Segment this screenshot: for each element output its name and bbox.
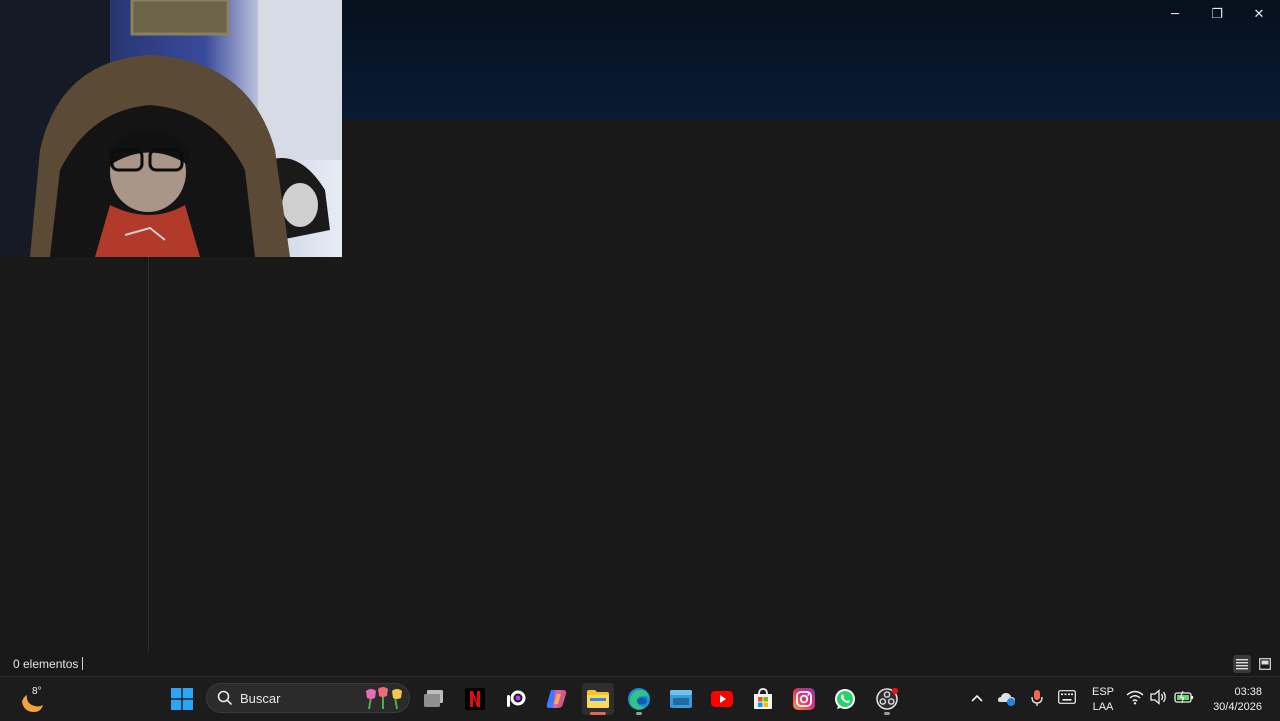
tulips-icon bbox=[366, 687, 402, 710]
running-indicator bbox=[590, 712, 606, 715]
search-icon bbox=[217, 690, 233, 706]
running-indicator bbox=[884, 712, 890, 715]
taskbar-search[interactable]: Buscar bbox=[206, 683, 410, 713]
start-button[interactable] bbox=[166, 683, 198, 715]
picsart-icon bbox=[507, 690, 526, 707]
obs-icon bbox=[876, 687, 899, 710]
status-separator bbox=[82, 657, 83, 670]
edge-icon bbox=[628, 688, 650, 710]
copilot-button[interactable] bbox=[541, 683, 573, 715]
language-label: ESP bbox=[1091, 686, 1114, 698]
task-view-icon bbox=[424, 690, 443, 707]
task-view-button[interactable] bbox=[418, 683, 450, 715]
netflix-button[interactable] bbox=[459, 683, 491, 715]
whatsapp-icon bbox=[835, 689, 855, 709]
youtube-button[interactable] bbox=[706, 683, 738, 715]
obs-button[interactable] bbox=[871, 683, 903, 715]
show-hidden-icons-button[interactable] bbox=[969, 690, 985, 711]
store-icon bbox=[754, 688, 772, 709]
folder-icon bbox=[587, 690, 609, 708]
netflix-icon bbox=[465, 688, 485, 710]
input-language-button[interactable]: ESP LAA bbox=[1088, 684, 1118, 714]
close-button[interactable]: ✕ bbox=[1238, 0, 1280, 28]
microsoft-store-button[interactable] bbox=[747, 683, 779, 715]
window-app-button[interactable] bbox=[665, 683, 697, 715]
temperature-label: 8° bbox=[32, 686, 42, 697]
picsart-button[interactable] bbox=[500, 683, 532, 715]
onedrive-icon bbox=[998, 693, 1015, 706]
taskbar: 8° Buscar ESP LAA 03:38 30/4/2026 bbox=[0, 676, 1280, 721]
keyboard-layout-label: LAA bbox=[1092, 701, 1114, 713]
onedrive-button[interactable] bbox=[997, 689, 1017, 712]
webcam-overlay bbox=[0, 0, 342, 257]
battery-icon bbox=[1174, 690, 1194, 704]
minimize-button[interactable]: ─ bbox=[1154, 0, 1196, 28]
clock-time: 03:38 bbox=[1234, 686, 1262, 698]
copilot-icon bbox=[546, 690, 567, 708]
weather-widget[interactable]: 8° bbox=[14, 681, 54, 717]
edge-button[interactable] bbox=[623, 683, 655, 715]
clock-date: 30/4/2026 bbox=[1213, 701, 1262, 713]
item-count-label: 0 elementos bbox=[13, 657, 79, 671]
tiles-view-button[interactable] bbox=[1256, 655, 1274, 673]
running-indicator bbox=[636, 712, 642, 715]
microphone-icon bbox=[1031, 690, 1043, 706]
windows-logo-icon bbox=[171, 688, 193, 710]
webcam-person-image bbox=[0, 0, 342, 257]
instagram-button[interactable] bbox=[788, 683, 820, 715]
wifi-icon bbox=[1126, 690, 1144, 705]
maximize-button[interactable]: ❐ bbox=[1196, 0, 1238, 28]
volume-icon bbox=[1150, 689, 1166, 705]
instagram-icon bbox=[793, 688, 815, 710]
status-bar: 0 elementos bbox=[0, 652, 1280, 676]
search-label: Buscar bbox=[240, 691, 281, 706]
youtube-icon bbox=[711, 691, 733, 707]
quick-settings-button[interactable] bbox=[1126, 689, 1194, 705]
details-view-icon bbox=[1236, 659, 1248, 670]
microphone-button[interactable] bbox=[1030, 689, 1044, 712]
keyboard-icon bbox=[1058, 690, 1076, 704]
details-view-button[interactable] bbox=[1233, 655, 1251, 673]
clock-button[interactable]: 03:38 30/4/2026 bbox=[1206, 684, 1268, 714]
whatsapp-button[interactable] bbox=[829, 683, 861, 715]
touch-keyboard-button[interactable] bbox=[1058, 690, 1076, 709]
window-app-icon bbox=[670, 690, 692, 708]
chevron-up-icon bbox=[971, 694, 983, 702]
file-explorer-button[interactable] bbox=[582, 683, 614, 715]
tiles-view-icon bbox=[1259, 658, 1271, 670]
window-controls: ─ ❐ ✕ bbox=[1154, 0, 1280, 28]
